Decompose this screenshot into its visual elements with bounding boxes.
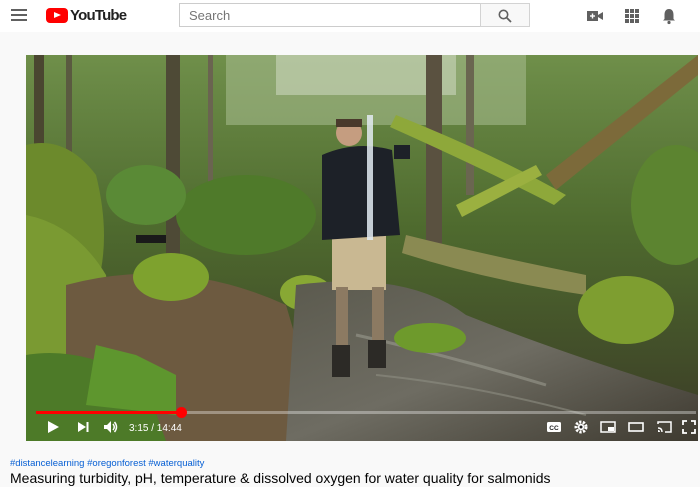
youtube-logo[interactable]: YouTube [46, 6, 127, 24]
progress-bar[interactable] [36, 407, 696, 418]
youtube-play-icon [46, 7, 68, 23]
video-title: Measuring turbidity, pH, temperature & d… [10, 470, 551, 486]
masthead: YouTube [0, 0, 700, 32]
play-icon[interactable] [46, 420, 60, 434]
hashtag-link[interactable]: #waterquality [148, 458, 204, 469]
apps-icon[interactable] [623, 7, 641, 25]
video-frame-forest-stream [26, 55, 698, 441]
next-icon[interactable] [76, 420, 90, 434]
svg-text:CC: CC [549, 425, 559, 432]
search-icon [498, 9, 512, 23]
cast-icon[interactable] [656, 420, 672, 434]
player-controls: 3:15 / 14:44 CC [26, 406, 698, 441]
hashtag-row: #distancelearning #oregonforest #waterqu… [10, 458, 204, 469]
hashtag-link[interactable]: #distancelearning [10, 458, 84, 469]
time-display: 3:15 / 14:44 [129, 423, 182, 434]
search-input[interactable] [179, 3, 481, 27]
fullscreen-icon[interactable] [682, 420, 696, 434]
progress-scrubber[interactable] [176, 407, 187, 418]
notifications-icon[interactable] [660, 7, 678, 25]
create-video-icon[interactable] [586, 7, 604, 25]
progress-fill [36, 411, 181, 414]
settings-icon[interactable] [574, 420, 588, 434]
video-player[interactable] [26, 55, 698, 441]
logo-text: YouTube [70, 6, 127, 24]
theater-icon[interactable] [628, 420, 644, 434]
subtitles-icon[interactable]: CC [546, 420, 562, 434]
search-button[interactable] [480, 3, 530, 27]
hashtag-link[interactable]: #oregonforest [87, 458, 146, 469]
menu-icon[interactable] [11, 9, 27, 21]
miniplayer-icon[interactable] [600, 420, 616, 434]
volume-icon[interactable] [103, 420, 119, 434]
